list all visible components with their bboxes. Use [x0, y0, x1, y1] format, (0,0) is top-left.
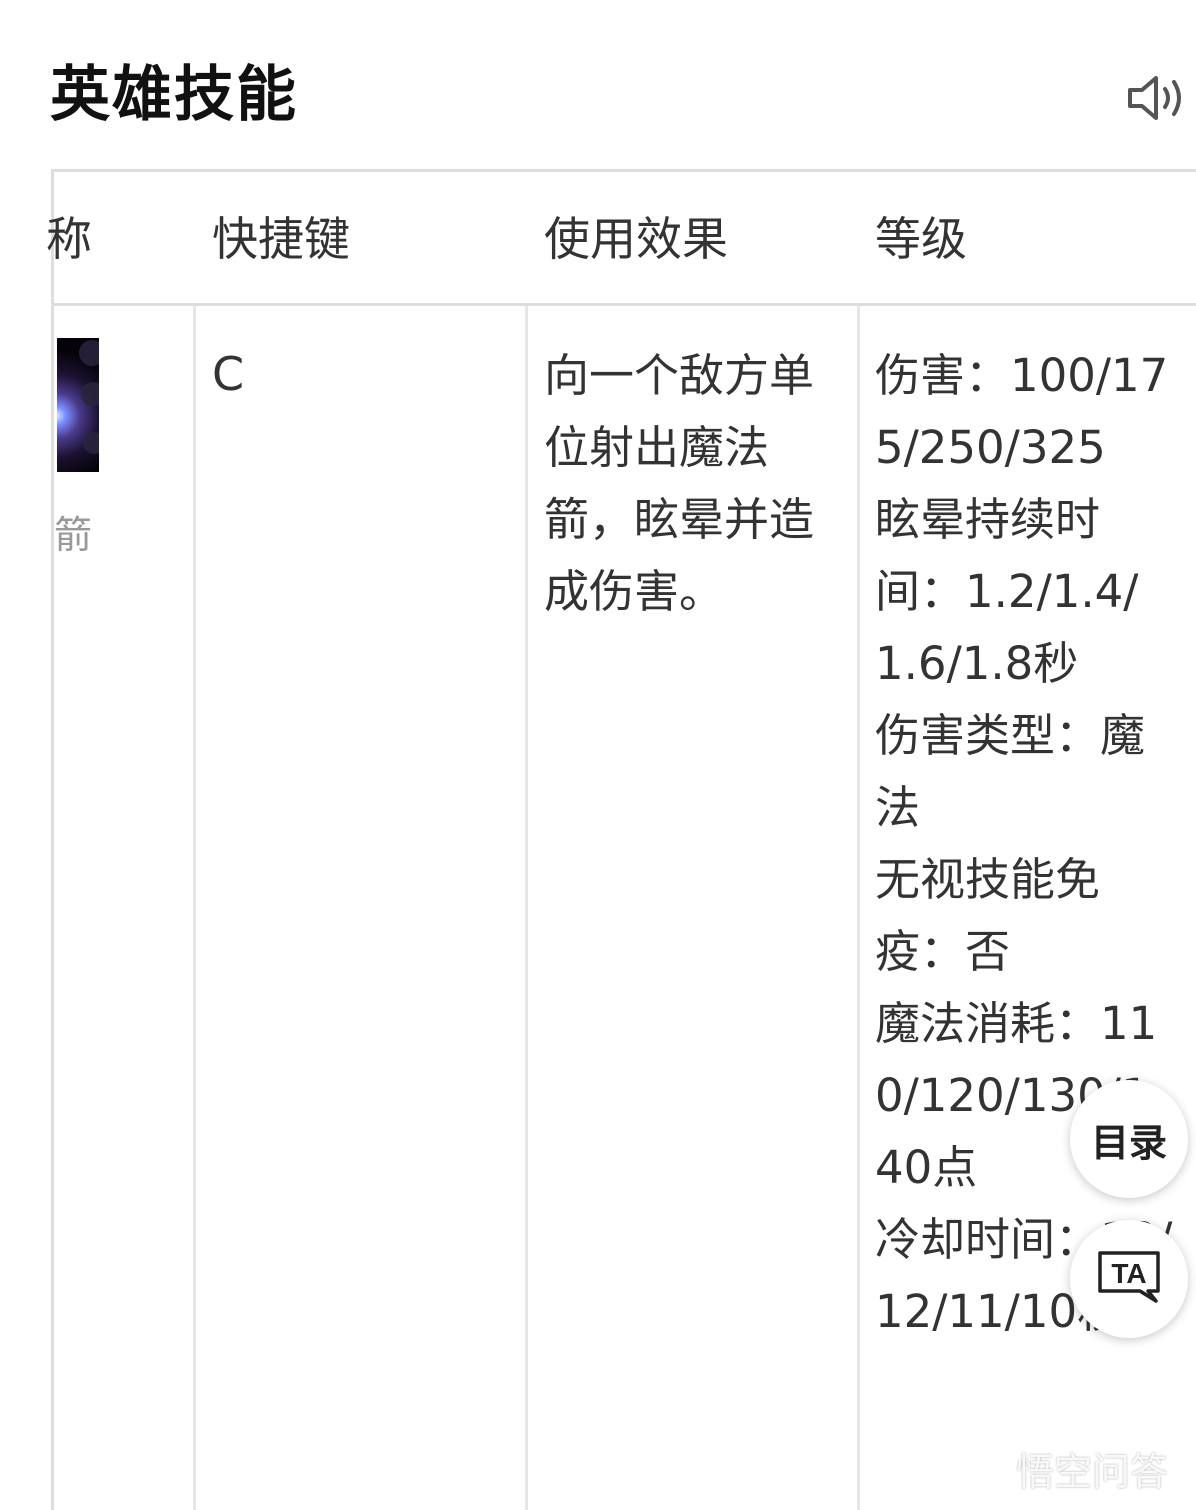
- header-effect: 使用效果: [544, 212, 728, 266]
- translate-icon: TA: [1096, 1249, 1162, 1309]
- header-hotkey: 快捷键: [212, 212, 350, 266]
- page: 英雄技能 称 快捷键 使用效果 等级 箭 C 向一个敌方单位射出魔法箭，眩晕并造…: [0, 0, 1196, 1510]
- wukong-logo-icon: [960, 1442, 1008, 1494]
- skill-effect: 向一个敌方单位射出魔法箭，眩晕并造成伤害。: [544, 349, 815, 618]
- column-divider: [525, 306, 528, 1510]
- speaker-icon[interactable]: [1124, 70, 1188, 126]
- table-header-row: 称 快捷键 使用效果 等级: [46, 172, 1196, 306]
- table-of-contents-button[interactable]: 目录: [1070, 1080, 1188, 1198]
- translate-icon-label: TA: [1111, 1258, 1146, 1289]
- skill-hotkey: C: [212, 347, 245, 401]
- header-name-fragment: 称: [46, 212, 92, 266]
- column-divider: [193, 306, 196, 1510]
- skill-name-fragment: 箭: [54, 513, 93, 557]
- header-level: 等级: [875, 212, 967, 266]
- watermark: 悟空问答: [960, 1440, 1168, 1496]
- skill-image: [57, 338, 99, 472]
- section-title: 英雄技能: [50, 60, 298, 130]
- translate-button[interactable]: TA: [1070, 1220, 1188, 1338]
- watermark-text: 悟空问答: [1016, 1449, 1169, 1494]
- column-divider: [857, 306, 860, 1510]
- skills-table: 称 快捷键 使用效果 等级 箭 C 向一个敌方单位射出魔法箭，眩晕并造成伤害。 …: [46, 169, 1196, 1510]
- toc-label: 目录: [1090, 1120, 1167, 1165]
